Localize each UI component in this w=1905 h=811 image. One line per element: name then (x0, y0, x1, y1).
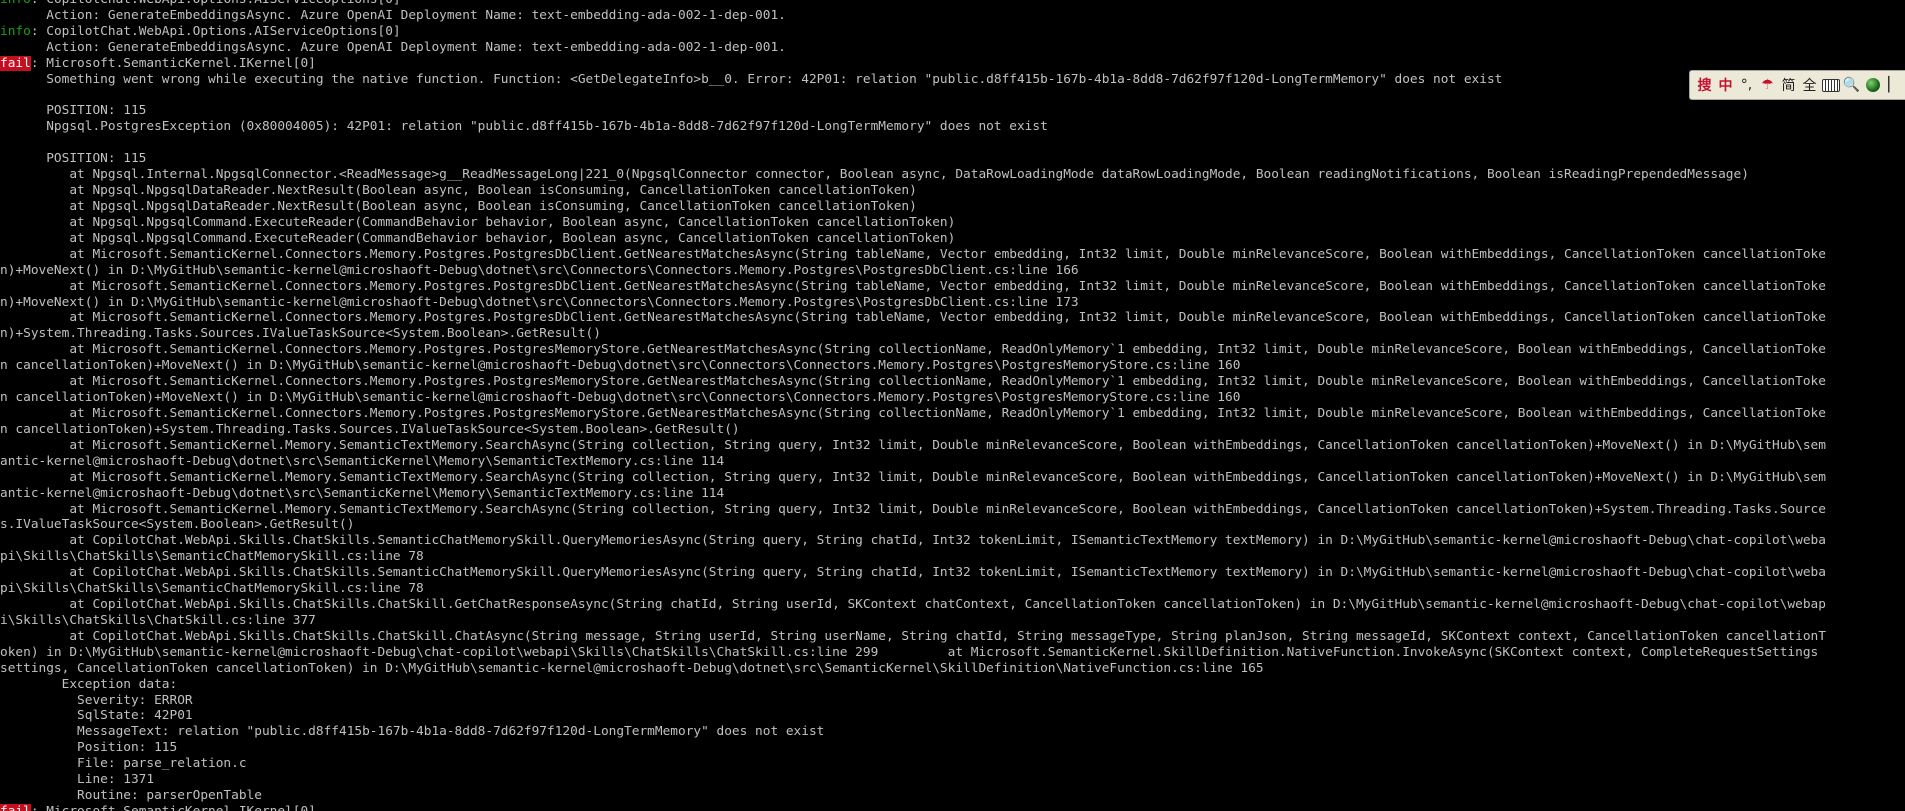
console-line: fail: Microsoft.SemanticKernel.IKernel[0… (0, 55, 1905, 72)
console-line: s.IValueTaskSource<System.Boolean>.GetRe… (0, 517, 355, 533)
console-line: antic-kernel@microshaoft-Debug\dotnet\sr… (0, 453, 725, 469)
ime-search-icon[interactable]: 🔍 (1841, 73, 1862, 97)
console-line: at Microsoft.SemanticKernel.Connectors.M… (0, 405, 1826, 421)
console-line: at Microsoft.SemanticKernel.Memory.Seman… (0, 469, 1826, 485)
console-line: settings, CancellationToken cancellation… (0, 660, 1264, 676)
info-log-label: info (0, 23, 31, 39)
console-line: at CopilotChat.WebApi.Skills.ChatSkills.… (0, 565, 1826, 581)
console-line: fail: Microsoft.SemanticKernel.IKernel[0… (0, 804, 1905, 811)
fail-log-label: fail (0, 804, 31, 811)
ime-simplified-button[interactable]: 简 (1778, 73, 1799, 97)
console-line: POSITION: 115 (0, 103, 147, 119)
console-line: i\Skills\ChatSkills\ChatSkill.cs:line 37… (0, 612, 316, 628)
ime-keyboard-icon[interactable] (1820, 73, 1841, 97)
log-category: : Microsoft.SemanticKernel.IKernel[0] (30, 55, 316, 71)
log-category: : CopilotChat.WebApi.Options.AIServiceOp… (31, 0, 401, 7)
console-line: n cancellationToken)+MoveNext() in D:\My… (0, 358, 1241, 374)
console-line: at Npgsql.NpgsqlDataReader.NextResult(Bo… (0, 183, 917, 199)
fail-log-label: fail (0, 55, 31, 71)
console-line: at Microsoft.SemanticKernel.Connectors.M… (0, 374, 1826, 390)
console-line: n)+System.Threading.Tasks.Sources.IValue… (0, 326, 601, 342)
console-line: at CopilotChat.WebApi.Skills.ChatSkills.… (0, 533, 1826, 549)
globe-glyph (1865, 78, 1880, 92)
console-line: n cancellationToken)+MoveNext() in D:\My… (0, 390, 1241, 406)
console-line: Action: GenerateEmbeddingsAsync. Azure O… (0, 7, 786, 23)
console-line: at Npgsql.NpgsqlCommand.ExecuteReader(Co… (0, 214, 956, 230)
ime-chinese-mode-button[interactable]: 中 (1715, 73, 1736, 97)
console-line: MessageText: relation "public.d8ff415b-1… (0, 724, 825, 740)
console-line: Severity: ERROR (0, 692, 193, 708)
info-log-label: info (0, 0, 31, 7)
console-line: n cancellationToken)+System.Threading.Ta… (0, 421, 740, 437)
ime-globe-icon[interactable] (1862, 73, 1883, 97)
console-line: info: CopilotChat.WebApi.Options.AIServi… (0, 0, 1905, 8)
ime-fullwidth-button[interactable]: 全 (1799, 73, 1820, 97)
console-line: at Microsoft.SemanticKernel.Memory.Seman… (0, 501, 1826, 517)
console-line: at Npgsql.NpgsqlCommand.ExecuteReader(Co… (0, 230, 956, 246)
console-line: at Npgsql.NpgsqlDataReader.NextResult(Bo… (0, 198, 917, 214)
ime-punctuation-button[interactable]: °, (1736, 73, 1757, 97)
console-line: Routine: parserOpenTable (0, 788, 262, 804)
console-line: SqlState: 42P01 (0, 708, 193, 724)
console-line: info: CopilotChat.WebApi.Options.AIServi… (0, 24, 1905, 40)
console-output: info: CopilotChat.WebApi.Options.AIServi… (0, 0, 1905, 811)
console-line: at Microsoft.SemanticKernel.Memory.Seman… (0, 437, 1826, 453)
console-line: at Microsoft.SemanticKernel.Connectors.M… (0, 310, 1826, 326)
ime-logo-icon[interactable]: 搜 (1694, 73, 1715, 97)
console-line: pi\Skills\ChatSkills\SemanticChatMemoryS… (0, 549, 424, 565)
console-line: at Microsoft.SemanticKernel.Connectors.M… (0, 278, 1826, 294)
console-line: Exception data: (0, 676, 178, 692)
console-line: at Microsoft.SemanticKernel.Connectors.M… (0, 246, 1826, 262)
console-line: at Microsoft.SemanticKernel.Connectors.M… (0, 342, 1826, 358)
console-line: Line: 1371 (0, 772, 155, 788)
ime-more-icon[interactable]: ▏ (1883, 73, 1904, 97)
console-line: n)+MoveNext() in D:\MyGitHub\semantic-ke… (0, 262, 1079, 278)
console-line: at CopilotChat.WebApi.Skills.ChatSkills.… (0, 628, 1826, 644)
console-line: Action: GenerateEmbeddingsAsync. Azure O… (0, 39, 786, 55)
keyboard-glyph (1821, 78, 1840, 92)
console-line: at Npgsql.Internal.NpgsqlConnector.<Read… (0, 167, 1749, 183)
console-line: n)+MoveNext() in D:\MyGitHub\semantic-ke… (0, 294, 1079, 310)
console-line: POSITION: 115 (0, 151, 147, 167)
log-category: : Microsoft.SemanticKernel.IKernel[0] (31, 804, 316, 811)
console-line: Npgsql.PostgresException (0x80004005): 4… (0, 119, 1048, 135)
console-line: pi\Skills\ChatSkills\SemanticChatMemoryS… (0, 581, 424, 597)
console-line: at CopilotChat.WebApi.Skills.ChatSkills.… (0, 597, 1826, 613)
console-line: File: parse_relation.c (0, 756, 247, 772)
log-category: : CopilotChat.WebApi.Options.AIServiceOp… (30, 23, 401, 39)
console-line: Position: 115 (0, 740, 178, 756)
ime-skin-icon[interactable]: ☂ (1757, 73, 1778, 97)
console-line: oken) in D:\MyGitHub\semantic-kernel@mic… (0, 644, 1819, 660)
ime-toolbar[interactable]: 搜中 °, ☂ 简全 🔍 ▏ (1689, 70, 1905, 100)
console-line: Something went wrong while executing the… (0, 71, 1503, 87)
console-line: antic-kernel@microshaoft-Debug\dotnet\sr… (0, 485, 725, 501)
